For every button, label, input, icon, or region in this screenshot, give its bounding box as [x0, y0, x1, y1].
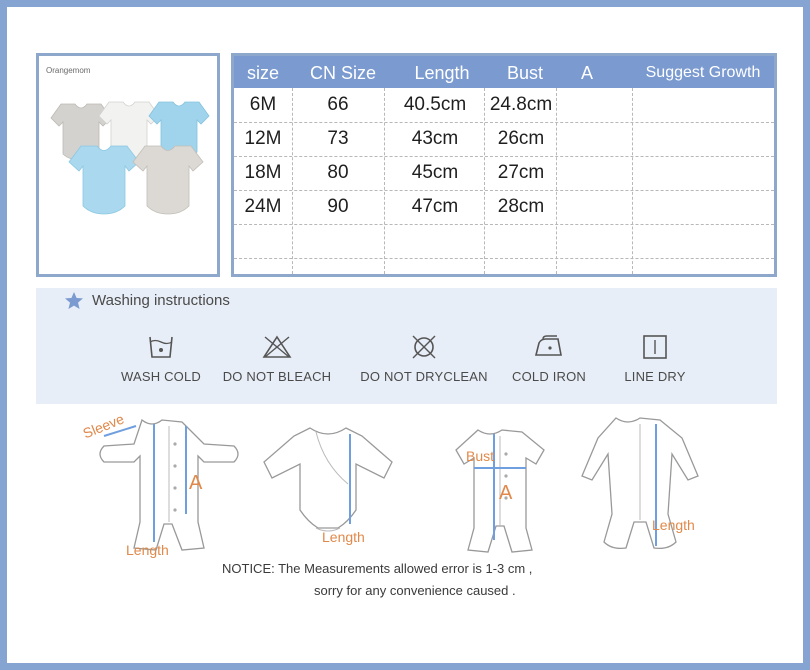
size-table-header: size CN Size Length Bust A Suggest Growt…	[234, 56, 774, 88]
cell-length: 45cm	[411, 162, 459, 183]
column-divider	[556, 88, 557, 274]
wash-cold-item: WASH COLD	[96, 334, 226, 384]
do-not-bleach-item: DO NOT BLEACH	[212, 334, 342, 384]
cell-bust: 28cm	[497, 196, 545, 217]
cell-cn-size: 80	[327, 162, 349, 183]
size-table: size CN Size Length Bust A Suggest Growt…	[231, 53, 777, 277]
header-size: size	[246, 63, 279, 83]
table-row	[234, 258, 774, 274]
cell-size: 18M	[244, 162, 282, 183]
bodysuit-long-sleeve-diagram	[263, 427, 393, 532]
header-suggest-growth: Suggest Growth	[645, 64, 761, 81]
do-not-dryclean-item: DO NOT DRYCLEAN	[352, 334, 496, 384]
notice-line-1: NOTICE: The Measurements allowed error i…	[222, 561, 533, 576]
washing-title: Washing instructions	[92, 292, 230, 309]
notice-line-2: sorry for any convenience caused .	[314, 583, 516, 598]
cell-cn-size: 73	[327, 128, 349, 149]
washing-instructions-panel: Washing instructions WASH COLD DO NOT BL…	[36, 288, 777, 404]
do-not-dryclean-label: DO NOT DRYCLEAN	[360, 369, 488, 384]
cell-bust: 27cm	[497, 162, 545, 183]
cell-bust: 24.8cm	[489, 94, 553, 115]
column-divider	[632, 88, 633, 274]
do-not-dryclean-icon	[412, 335, 436, 359]
column-divider	[292, 88, 293, 274]
do-not-bleach-label: DO NOT BLEACH	[222, 369, 332, 384]
column-divider	[484, 88, 485, 274]
bust-label: Bust	[466, 448, 495, 464]
cell-cn-size: 90	[327, 196, 349, 217]
wash-cold-label: WASH COLD	[120, 369, 202, 384]
cell-size: 6M	[249, 94, 277, 115]
table-row: 12M 73 43cm 26cm	[234, 122, 774, 157]
star-icon	[65, 292, 83, 309]
line-dry-item: LINE DRY	[590, 334, 720, 384]
a-label-1: A	[189, 472, 203, 494]
cell-length: 47cm	[411, 196, 459, 217]
cell-length: 40.5cm	[403, 94, 467, 115]
length-label-1: Length	[126, 542, 169, 558]
table-row: 6M 66 40.5cm 24.8cm	[234, 88, 774, 123]
line-dry-label: LINE DRY	[624, 369, 686, 384]
header-a: A	[580, 63, 593, 83]
table-row	[234, 224, 774, 259]
cell-size: 24M	[244, 196, 282, 217]
wash-cold-icon	[149, 336, 173, 358]
a-label-2: A	[499, 482, 513, 504]
table-row: 18M 80 45cm 27cm	[234, 156, 774, 191]
length-label-3: Length	[652, 517, 695, 533]
column-divider	[384, 88, 385, 274]
sleepsuit-footed-diagram	[581, 417, 699, 550]
cell-bust: 26cm	[497, 128, 545, 149]
header-length: Length	[414, 63, 470, 83]
table-row: 24M 90 47cm 28cm	[234, 190, 774, 225]
cell-cn-size: 66	[327, 94, 349, 115]
cell-size: 12M	[244, 128, 282, 149]
do-not-bleach-icon	[262, 335, 292, 358]
header-cn-size: CN Size	[309, 63, 376, 83]
header-bust: Bust	[506, 63, 544, 83]
bodysuits-image	[50, 101, 210, 215]
romper-long-sleeve-diagram	[99, 418, 239, 551]
cell-length: 43cm	[411, 128, 459, 149]
cold-iron-icon	[534, 335, 562, 356]
line-dry-icon	[643, 335, 667, 359]
product-photo: Orangemom	[36, 53, 220, 277]
length-label-2: Length	[322, 529, 365, 545]
